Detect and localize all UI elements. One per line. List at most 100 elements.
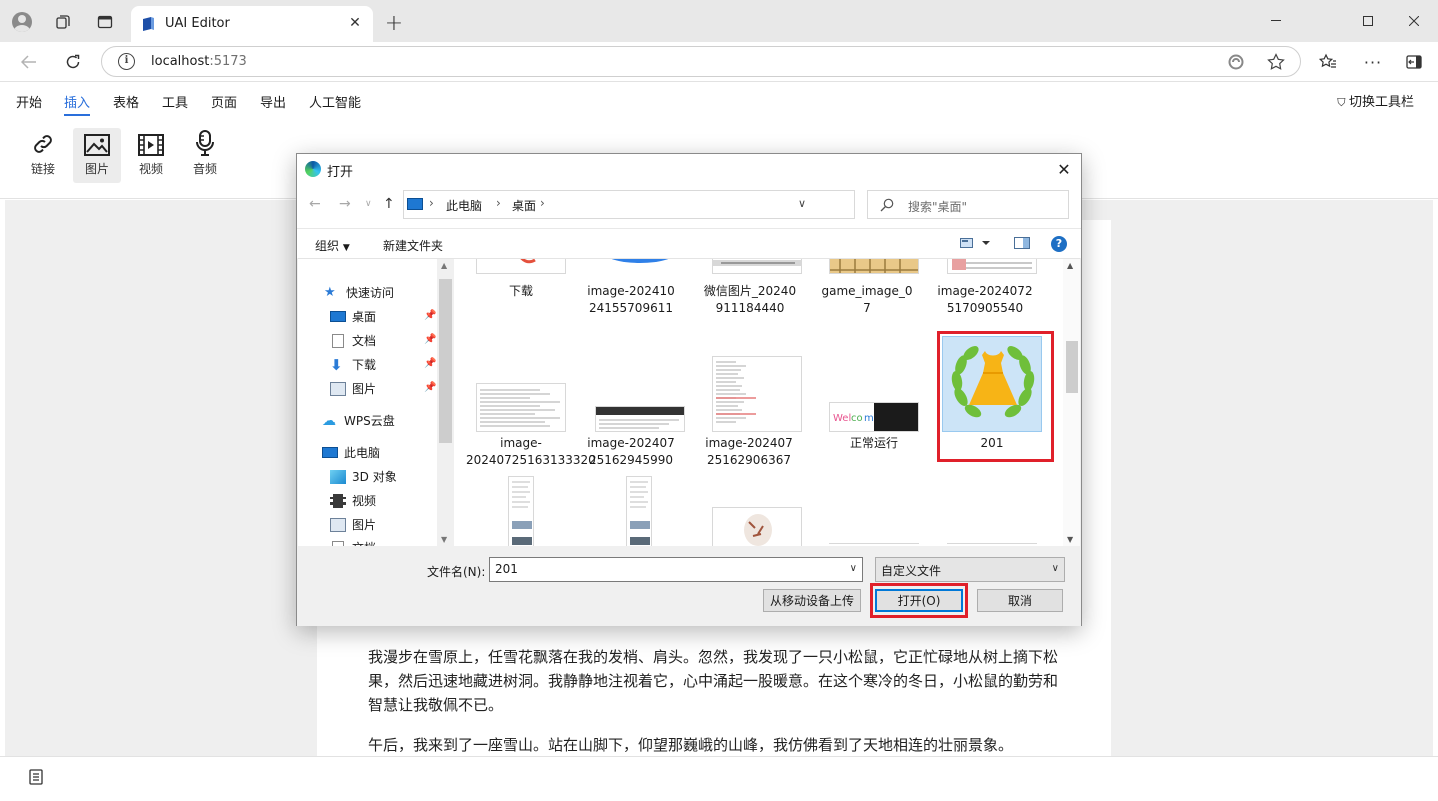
more-menu-icon[interactable]: ··· xyxy=(1358,47,1388,77)
annotation-highlight-file xyxy=(937,331,1054,462)
preview-pane-icon[interactable] xyxy=(1014,237,1030,252)
vertical-tabs-icon[interactable] xyxy=(91,8,119,36)
minimize-button[interactable] xyxy=(1253,0,1299,42)
favorites-icon[interactable] xyxy=(1313,47,1343,77)
uai-editor-favicon xyxy=(143,17,154,31)
new-folder-button[interactable]: 新建文件夹 xyxy=(383,237,443,254)
video-icon xyxy=(138,134,164,156)
file-thumbnail xyxy=(508,476,534,547)
file-item[interactable]: game_image_07 xyxy=(819,283,915,317)
close-window-button[interactable] xyxy=(1391,0,1437,42)
filename-dropdown-icon[interactable]: ∨ xyxy=(850,563,857,574)
file-item[interactable]: 下载 xyxy=(466,283,576,300)
view-mode-icon[interactable] xyxy=(960,237,990,252)
sidebar-toggle-icon[interactable] xyxy=(1399,47,1429,77)
insert-audio-button[interactable]: 音频 xyxy=(181,128,229,183)
site-info-icon[interactable]: i xyxy=(118,53,135,70)
browser-tab-active[interactable]: UAI Editor ✕ xyxy=(131,6,373,42)
file-list-scrollbar[interactable]: ▲ ▼ xyxy=(1063,259,1080,547)
browser-tabbar: UAI Editor ✕ + xyxy=(0,0,1438,42)
favorite-star-icon[interactable] xyxy=(1266,52,1286,72)
filename-input[interactable]: 201 ∨ xyxy=(489,557,863,582)
star-icon: ★ xyxy=(324,284,336,300)
tab-close-icon[interactable]: ✕ xyxy=(345,13,365,33)
microphone-icon xyxy=(196,130,214,156)
menu-tools[interactable]: 工具 xyxy=(162,92,188,111)
workspaces-icon[interactable] xyxy=(49,8,77,36)
up-folder-icon[interactable]: ↑ xyxy=(383,196,395,212)
filetype-select[interactable]: 自定义文件 ∨ xyxy=(875,557,1065,582)
profile-avatar[interactable] xyxy=(8,8,36,36)
back-button[interactable] xyxy=(14,47,44,77)
nav-wps-cloud[interactable]: ☁ WPS云盘 xyxy=(322,412,395,429)
dialog-back-icon[interactable]: ← xyxy=(309,196,321,212)
file-thumbnail xyxy=(476,259,566,274)
nav-quick-access[interactable]: ★ 快速访问 xyxy=(324,284,394,301)
active-menu-indicator xyxy=(64,114,90,116)
nav-3d-objects[interactable]: 3D 对象 xyxy=(330,468,397,485)
dialog-forward-icon[interactable]: → xyxy=(339,196,351,212)
file-item[interactable]: 微信图片_20240911184440 xyxy=(702,283,798,317)
file-thumbnail xyxy=(595,406,685,432)
document-paragraph-1[interactable]: 我漫步在雪原上，任雪花飘落在我的发梢、肩头。忽然，我发现了一只小松鼠，它正忙碌地… xyxy=(368,645,1068,717)
switch-toolbar-button[interactable]: ⛉ 切换工具栏 xyxy=(1337,91,1414,110)
file-item[interactable]: image-20240725163133320 xyxy=(466,435,596,469)
recent-locations-icon[interactable]: ∨ xyxy=(365,199,372,209)
pictures-icon xyxy=(330,381,346,396)
svg-text:m: m xyxy=(864,413,874,424)
filename-label: 文件名(N): xyxy=(427,565,486,579)
tab-title: UAI Editor xyxy=(165,16,230,31)
tracking-prevention-icon[interactable] xyxy=(1226,52,1246,72)
refresh-button[interactable] xyxy=(58,47,88,77)
cancel-button[interactable]: 取消 xyxy=(977,589,1063,612)
insert-video-button[interactable]: 视频 xyxy=(127,128,175,183)
maximize-button[interactable] xyxy=(1345,0,1391,42)
search-placeholder: 搜索"桌面" xyxy=(908,200,968,214)
path-breadcrumb[interactable]: › 此电脑 › 桌面 › ∨ ↻ xyxy=(403,190,948,219)
menu-insert[interactable]: 插入 xyxy=(64,92,90,111)
link-icon xyxy=(34,135,52,153)
nav-desktop[interactable]: 桌面 xyxy=(330,308,376,325)
menu-export[interactable]: 导出 xyxy=(260,92,286,111)
breadcrumb-this-pc[interactable]: 此电脑 xyxy=(446,197,482,214)
insert-image-label: 图片 xyxy=(84,162,109,176)
file-item[interactable]: image-20240725162906367 xyxy=(702,435,796,469)
menu-ai[interactable]: 人工智能 xyxy=(309,92,361,111)
insert-audio-label: 音频 xyxy=(192,162,217,176)
nav-documents[interactable]: 文档 xyxy=(330,332,376,349)
insert-image-button[interactable]: 图片 xyxy=(73,128,121,183)
file-item[interactable]: image-20241024155709611 xyxy=(584,283,678,317)
dialog-titlebar: 打开 ✕ xyxy=(297,154,1081,184)
menu-start[interactable]: 开始 xyxy=(16,92,42,111)
document-icon xyxy=(332,333,344,348)
menu-page[interactable]: 页面 xyxy=(211,92,237,111)
app-menubar: 开始 插入 表格 工具 页面 导出 人工智能 ⛉ 切换工具栏 xyxy=(0,83,1438,117)
dialog-close-button[interactable]: ✕ xyxy=(1053,158,1075,180)
menu-table[interactable]: 表格 xyxy=(113,92,139,111)
file-thumbnail: Wel co m xyxy=(829,402,919,432)
organize-button[interactable]: 组织 ▼ xyxy=(315,237,350,254)
nav-downloads[interactable]: ⬇ 下载 xyxy=(330,356,376,373)
url-text: localhost:5173 xyxy=(151,54,247,69)
nav-pictures-pc[interactable]: 图片 xyxy=(330,516,376,533)
pin-icon: 📌 xyxy=(424,334,437,345)
address-bar[interactable]: i localhost:5173 xyxy=(101,46,1301,77)
new-tab-button[interactable]: + xyxy=(382,11,406,36)
path-dropdown-icon[interactable]: ∨ xyxy=(798,197,806,210)
dialog-search-input[interactable]: 搜索"桌面" xyxy=(867,190,1069,219)
file-item[interactable]: image-20240725162945990 xyxy=(584,435,678,469)
file-item[interactable]: 正常运行 xyxy=(819,435,929,452)
navigation-scrollbar[interactable]: ▲ ▼ xyxy=(437,259,454,547)
nav-pictures[interactable]: 图片 xyxy=(330,380,376,397)
outline-icon[interactable] xyxy=(29,769,43,785)
breadcrumb-desktop[interactable]: 桌面 xyxy=(512,197,536,214)
document-paragraph-2[interactable]: 午后，我来到了一座雪山。站在山脚下，仰望那巍峨的山峰，我仿佛看到了天地相连的壮丽… xyxy=(368,733,1068,755)
insert-link-button[interactable]: 链接 xyxy=(19,128,67,183)
file-item[interactable]: image-20240725170905540 xyxy=(937,283,1033,317)
open-file-dialog: 打开 ✕ ← → ∨ ↑ › 此电脑 › 桌面 › ∨ ↻ 搜索"桌面" 组织 … xyxy=(296,153,1082,626)
nav-this-pc[interactable]: 此电脑 xyxy=(322,444,380,461)
upload-from-mobile-button[interactable]: 从移动设备上传 xyxy=(763,589,861,612)
help-icon[interactable]: ? xyxy=(1051,236,1067,252)
file-thumbnail xyxy=(712,259,802,274)
nav-videos[interactable]: 视频 xyxy=(330,492,376,509)
